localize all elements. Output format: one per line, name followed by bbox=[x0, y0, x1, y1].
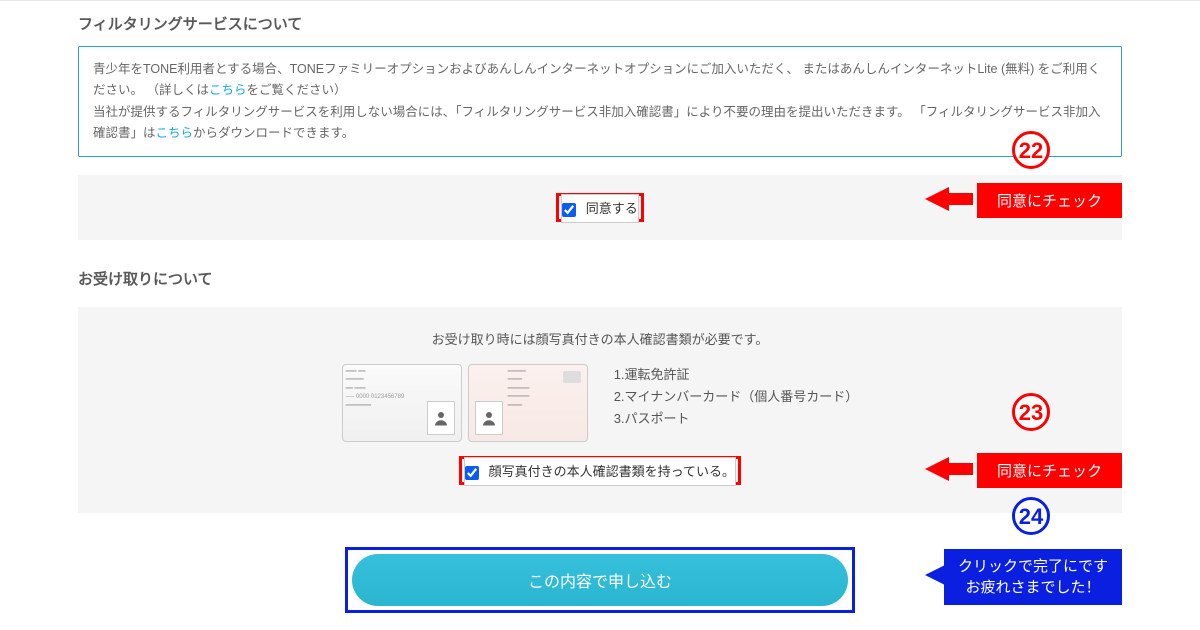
receipt-title: お受け取りについて bbox=[78, 268, 1122, 289]
photo-icon bbox=[475, 401, 503, 435]
agree-checkbox-row[interactable]: 同意する bbox=[561, 194, 639, 223]
filtering-info-text-4: からダウンロードできます。 bbox=[193, 126, 354, 140]
badge-22: 22 bbox=[1012, 131, 1050, 169]
photo-icon bbox=[427, 401, 455, 435]
id-confirm-checkbox-label: 顔写真付きの本人確認書類を持っている。 bbox=[489, 464, 735, 479]
filtering-info-box: 青少年をTONE利用者とする場合、TONEファミリーオプションおよびあんしんイン… bbox=[78, 46, 1122, 157]
drivers-license-image: ━━━ ━━━━━━━━━ ━━━── 0000 0123456789━━━━━… bbox=[342, 364, 462, 442]
badge-24: 24 bbox=[1012, 497, 1050, 535]
agree-checkbox[interactable] bbox=[562, 203, 576, 217]
id-card-images: ━━━ ━━━━━━━━━ ━━━── 0000 0123456789━━━━━… bbox=[342, 364, 590, 442]
id-doc-2: 2.マイナンバーカード（個人番号カード） bbox=[614, 386, 859, 408]
hint-23: 同意にチェック bbox=[977, 453, 1122, 488]
id-doc-1: 1.運転免許証 bbox=[614, 364, 859, 386]
hint-24-line2: お疲れさまでした！ bbox=[958, 577, 1108, 598]
agree-checkbox-label: 同意する bbox=[586, 201, 638, 216]
hint-24-line1: クリックで完了にです bbox=[958, 556, 1108, 577]
id-confirm-checkbox[interactable] bbox=[465, 466, 479, 480]
filtering-link-2[interactable]: こちら bbox=[156, 126, 194, 140]
id-confirm-checkbox-row[interactable]: 顔写真付きの本人確認書類を持っている。 bbox=[464, 457, 736, 486]
filtering-title: フィルタリングサービスについて bbox=[78, 13, 1122, 34]
arrow-22-icon bbox=[925, 187, 949, 211]
mynumber-card-image: ━━━━━━━━━━━━━━━━━━━━━━━━━ bbox=[468, 364, 588, 442]
id-doc-list: 1.運転免許証 2.マイナンバーカード（個人番号カード） 3.パスポート bbox=[614, 364, 859, 430]
submit-button[interactable]: この内容で申し込む bbox=[352, 554, 848, 606]
hint-22: 同意にチェック bbox=[977, 183, 1122, 218]
receipt-note: お受け取り時には顔写真付きの本人確認書類が必要です。 bbox=[78, 329, 1122, 348]
arrow-23-icon bbox=[925, 457, 949, 481]
filtering-link-1[interactable]: こちら bbox=[209, 83, 247, 97]
badge-23: 23 bbox=[1012, 393, 1050, 431]
id-doc-3: 3.パスポート bbox=[614, 408, 859, 430]
filtering-info-text-2: をご覧ください） bbox=[247, 83, 347, 97]
